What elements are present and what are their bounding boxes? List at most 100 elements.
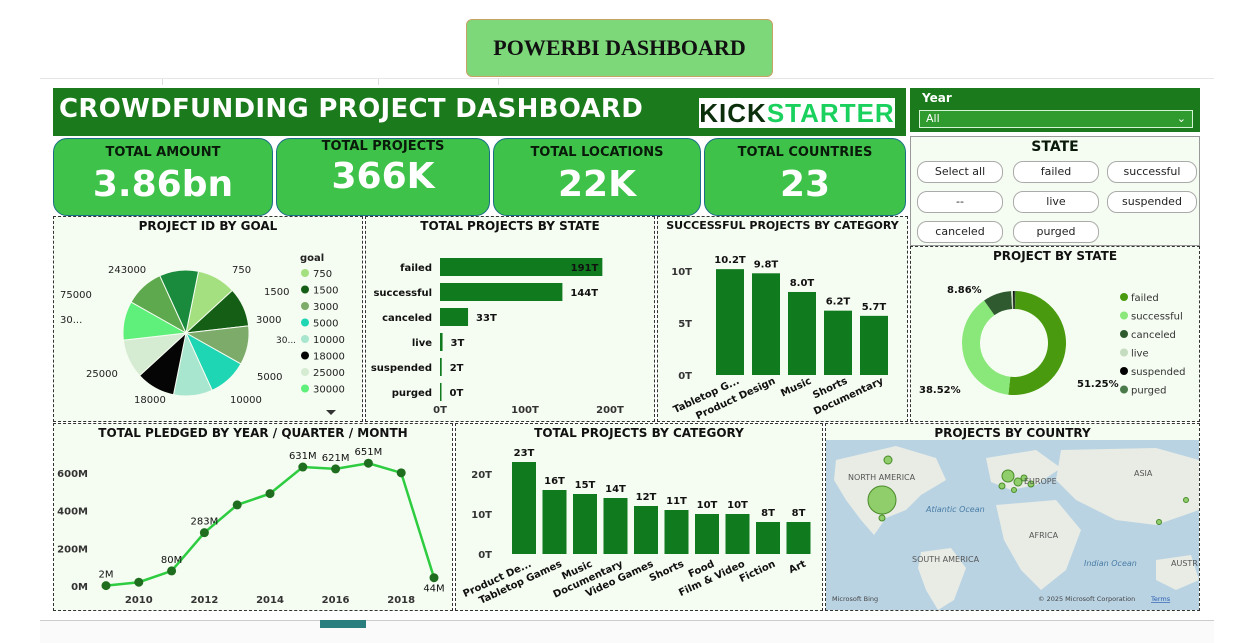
kpi-value: 3.86bn — [92, 164, 234, 205]
line-point — [429, 573, 439, 583]
line-point — [101, 581, 111, 591]
page-title: POWERBI DASHBOARD — [466, 19, 773, 77]
state-option-select-all[interactable]: Select all — [917, 161, 1003, 183]
pledged-line — [105, 461, 436, 587]
map-bubble-us[interactable] — [867, 485, 897, 515]
bar — [786, 522, 811, 554]
terms-link[interactable]: Terms — [1150, 595, 1171, 603]
map-bubble-asia-2[interactable] — [1183, 497, 1189, 503]
x-tick-label: 2010 — [125, 595, 153, 606]
bar-data-label: 144T — [570, 288, 598, 299]
y-tick-label: 200M — [57, 544, 88, 555]
bar — [440, 358, 442, 376]
x-tick-label: Music — [779, 376, 813, 400]
line-point — [232, 500, 242, 510]
legend-title: goal — [300, 253, 324, 264]
bar-category-label: failed — [400, 263, 432, 274]
map-bubble-uk[interactable] — [1001, 469, 1015, 483]
state-option-canceled[interactable]: canceled — [917, 221, 1003, 243]
legend-label: 1500 — [313, 286, 338, 297]
bar-data-label: 0T — [450, 388, 464, 399]
line-data-label: 2M — [99, 570, 114, 581]
y-tick-label: 10T — [671, 267, 692, 278]
map-bubble-canada[interactable] — [883, 455, 893, 465]
country-map[interactable]: NORTH AMERICA EUROPE ASIA Atlantic Ocean… — [826, 440, 1199, 610]
pie-slice-label: 30... — [60, 315, 82, 326]
donut-slice — [962, 300, 1011, 395]
map-bubble-europe-4[interactable] — [998, 482, 1006, 490]
pledged-line-chart: 0M 200M 400M 600M 2010 2012 2014 2016 2018 2M 80M 2… — [57, 447, 445, 606]
map-bubble-asia-1[interactable] — [1156, 519, 1162, 525]
map-label-australia: AUSTR — [1171, 559, 1198, 568]
legend-marker — [1120, 330, 1128, 338]
line-point — [396, 468, 406, 478]
bar-data-label: 9.8T — [754, 259, 779, 270]
kpi-total-countries: TOTAL COUNTRIES 23 — [704, 138, 906, 216]
kpi-label: TOTAL PROJECTS — [321, 139, 445, 154]
panel-title: SUCCESSFUL PROJECTS BY CATEGORY — [666, 219, 899, 232]
panel-title: TOTAL PLEDGED BY YEAR / QUARTER / MONTH — [98, 426, 408, 440]
bar-data-label: 8.0T — [790, 278, 815, 289]
y-tick-label: 400M — [57, 507, 88, 518]
kpi-label: TOTAL LOCATIONS — [530, 145, 664, 160]
bar — [752, 273, 780, 375]
year-dropdown[interactable]: All ⌄ — [919, 110, 1193, 128]
state-option-live[interactable]: live — [1013, 191, 1099, 213]
state-option-blank[interactable]: -- — [917, 191, 1003, 213]
state-option-purged[interactable]: purged — [1013, 221, 1099, 243]
panel-title: TOTAL PROJECTS BY STATE — [420, 219, 600, 233]
page-scrollbar[interactable] — [40, 620, 1214, 643]
legend-label: canceled — [1131, 330, 1176, 341]
bar-category-label: successful — [373, 288, 432, 299]
legend-label: 25000 — [313, 368, 345, 379]
scrollbar-thumb[interactable] — [320, 620, 366, 628]
kpi-total-amount: TOTAL AMOUNT 3.86bn — [53, 138, 273, 216]
state-option-successful[interactable]: successful — [1107, 161, 1197, 183]
bar — [756, 522, 780, 554]
legend-marker — [301, 368, 309, 376]
bar-data-label: 6.2T — [826, 297, 851, 308]
line-data-label: 80M — [161, 555, 182, 566]
legend-marker — [301, 335, 309, 343]
line-point — [331, 464, 341, 474]
x-tick-label: 2012 — [190, 595, 218, 606]
kpi-value: 22K — [558, 164, 636, 205]
state-option-failed[interactable]: failed — [1013, 161, 1099, 183]
kpi-label: TOTAL COUNTRIES — [737, 145, 873, 160]
bar-data-label: 16T — [544, 476, 565, 487]
state-bar-chart: failed 191T successful 144T canceled 33T live 3… — [371, 258, 624, 416]
pie-slice-label: 1500 — [264, 287, 289, 298]
year-dropdown-value: All — [926, 112, 940, 125]
visual-ruler — [40, 78, 1214, 86]
bar-data-label: 14T — [605, 484, 626, 495]
bar — [542, 490, 567, 554]
kpi-total-projects: TOTAL PROJECTS 366K — [276, 138, 490, 216]
y-tick-label: 0T — [678, 371, 692, 382]
y-tick-label: 20T — [471, 470, 492, 481]
x-tick-label: 2018 — [387, 595, 415, 606]
state-option-suspended[interactable]: suspended — [1107, 191, 1197, 213]
bar-data-label: 10T — [727, 500, 748, 511]
donut-data-label: 38.52% — [919, 385, 961, 396]
bar — [725, 514, 750, 554]
map-bubble-europe-5[interactable] — [1011, 487, 1017, 493]
legend-marker — [301, 318, 309, 327]
legend-label: 3000 — [313, 302, 338, 313]
legend-label: 5000 — [313, 319, 338, 330]
pie-slice-label: 5000 — [257, 372, 282, 383]
kpi-total-locations: TOTAL LOCATIONS 22K — [493, 138, 701, 216]
legend-label: 30000 — [313, 385, 345, 396]
panel-title: PROJECT BY STATE — [992, 249, 1118, 263]
panel-title: PROJECT ID BY GOAL — [138, 219, 278, 233]
legend-marker — [301, 384, 309, 393]
y-tick-label: 10T — [471, 510, 492, 521]
bar-data-label: 11T — [666, 496, 687, 507]
map-bubble-mexico[interactable] — [878, 514, 886, 522]
donut-data-label: 51.25% — [1077, 379, 1119, 390]
y-tick-label: 0T — [478, 550, 492, 561]
line-point — [199, 528, 209, 538]
legend-marker — [301, 302, 309, 310]
line-data-label: 621M — [322, 453, 350, 464]
bar-data-label: 8T — [761, 508, 775, 519]
year-filter: Year All ⌄ — [910, 88, 1200, 132]
